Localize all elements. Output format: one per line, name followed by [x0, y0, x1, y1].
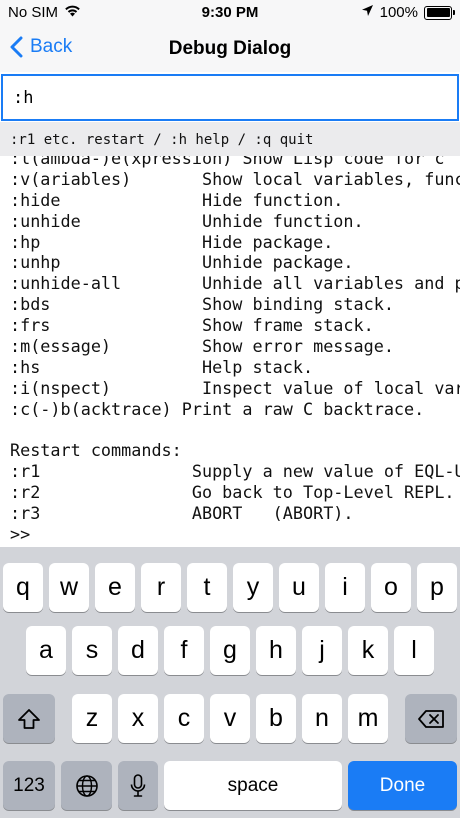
numbers-key[interactable]: 123 — [3, 761, 55, 810]
console-line: :v(ariables) Show local variables, funct — [10, 168, 460, 189]
key-f[interactable]: f — [164, 626, 204, 675]
command-input-frame — [1, 74, 459, 121]
key-a[interactable]: a — [26, 626, 66, 675]
console-line: :m(essage) Show error message. — [10, 336, 394, 357]
globe-key[interactable] — [61, 761, 112, 810]
delete-key[interactable] — [405, 694, 457, 743]
console-prompt: >> — [10, 524, 31, 545]
hint-text: :r1 etc. restart / :h help / :q quit — [10, 132, 314, 148]
page-title: Debug Dialog — [168, 38, 292, 59]
console-line: :l(ambda-)e(xpression) Show Lisp code fo… — [10, 156, 445, 168]
console-line: :unhide Unhide function. — [10, 210, 364, 231]
microphone-icon — [130, 773, 146, 797]
console-line: :bds Show binding stack. — [10, 294, 394, 315]
console-output[interactable]: :l(ambda-)e(xpression) Show Lisp code fo… — [0, 156, 460, 546]
console-line: :hide Hide function. — [10, 189, 344, 210]
status-bar: No SIM 9:30 PM 100% — [0, 0, 460, 26]
console-line: :i(nspect) Inspect value of local vari — [10, 377, 460, 398]
globe-icon — [75, 774, 98, 797]
battery-percent: 100% — [379, 4, 418, 21]
on-screen-keyboard: q w e r t y u i o p a s d f g h j k l z … — [0, 547, 460, 818]
key-n[interactable]: n — [302, 694, 342, 743]
backspace-icon — [418, 709, 444, 728]
key-b[interactable]: b — [256, 694, 296, 743]
key-s[interactable]: s — [72, 626, 112, 675]
shift-key[interactable] — [3, 694, 55, 743]
console-line: Restart commands: — [10, 440, 182, 461]
key-m[interactable]: m — [348, 694, 388, 743]
key-o[interactable]: o — [371, 563, 411, 612]
key-x[interactable]: x — [118, 694, 158, 743]
battery-icon — [424, 5, 455, 20]
dictation-key[interactable] — [118, 761, 158, 810]
key-j[interactable]: j — [302, 626, 342, 675]
key-p[interactable]: p — [417, 563, 457, 612]
console-lines: :l(ambda-)e(xpression) Show Lisp code fo… — [10, 156, 460, 545]
console-line: :frs Show frame stack. — [10, 315, 374, 336]
console-line: :unhide-all Unhide all variables and pa — [10, 273, 460, 294]
key-c[interactable]: c — [164, 694, 204, 743]
key-k[interactable]: k — [348, 626, 388, 675]
key-h[interactable]: h — [256, 626, 296, 675]
key-l[interactable]: l — [394, 626, 434, 675]
console-line: :r2 Go back to Top-Level REPL. ( — [10, 482, 460, 503]
console-line: :hp Hide package. — [10, 231, 334, 252]
key-v[interactable]: v — [210, 694, 250, 743]
console-line: :r1 Supply a new value of EQL-US — [10, 461, 460, 482]
location-arrow-icon — [361, 4, 374, 21]
key-y[interactable]: y — [233, 563, 273, 612]
command-input[interactable] — [3, 76, 457, 119]
hint-bar: :r1 etc. restart / :h help / :q quit — [0, 122, 460, 156]
key-i[interactable]: i — [325, 563, 365, 612]
done-key[interactable]: Done — [348, 761, 457, 810]
navigation-bar: Back Debug Dialog — [0, 26, 460, 72]
console-line: :r3 ABORT (ABORT). — [10, 503, 354, 524]
status-right: 100% — [361, 4, 455, 21]
key-e[interactable]: e — [95, 563, 135, 612]
space-key[interactable]: space — [164, 761, 342, 810]
key-g[interactable]: g — [210, 626, 250, 675]
key-w[interactable]: w — [49, 563, 89, 612]
console-line: :c(-)b(acktrace) Print a raw C backtrace… — [10, 398, 425, 419]
key-d[interactable]: d — [118, 626, 158, 675]
key-u[interactable]: u — [279, 563, 319, 612]
key-q[interactable]: q — [3, 563, 43, 612]
key-r[interactable]: r — [141, 563, 181, 612]
shift-arrow-icon — [18, 708, 40, 729]
console-line: :unhp Unhide package. — [10, 252, 354, 273]
key-t[interactable]: t — [187, 563, 227, 612]
key-z[interactable]: z — [72, 694, 112, 743]
console-line: :hs Help stack. — [10, 356, 314, 377]
